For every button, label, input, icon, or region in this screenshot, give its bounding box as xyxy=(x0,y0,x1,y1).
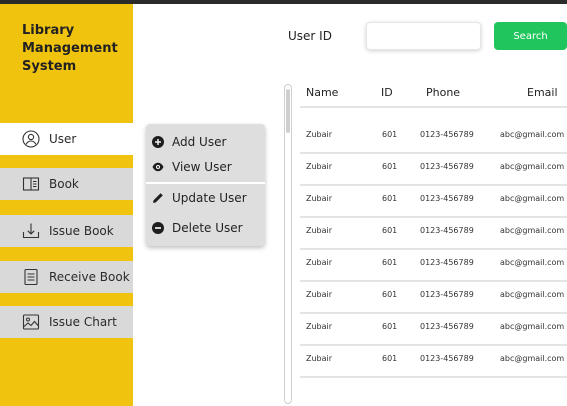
book-icon xyxy=(22,175,40,193)
sidebar-item-user[interactable]: User xyxy=(0,123,133,155)
clipboard-icon xyxy=(22,268,40,286)
cell-phone: 0123-456789 xyxy=(420,290,474,299)
sidebar: Library Management System xyxy=(0,4,133,406)
user-id-input[interactable] xyxy=(366,22,481,50)
cell-phone: 0123-456789 xyxy=(420,226,474,235)
cell-id: 601 xyxy=(382,258,398,267)
cell-id: 601 xyxy=(382,322,398,331)
cell-id: 601 xyxy=(382,130,398,139)
cell-id: 601 xyxy=(382,354,398,363)
sidebar-item-label: Issue Book xyxy=(49,224,114,238)
plus-circle-icon xyxy=(152,136,164,148)
table-row[interactable]: Zubair 601 0123-456789 abc@gmail.com xyxy=(300,122,567,154)
table-row[interactable]: Zubair 601 0123-456789 abc@gmail.com xyxy=(300,314,567,346)
download-icon xyxy=(22,222,40,240)
delete-user-menu-item[interactable]: Delete User xyxy=(152,218,243,238)
cell-name: Zubair xyxy=(306,226,333,235)
cell-email: abc@gmail.com xyxy=(500,130,565,139)
cell-name: Zubair xyxy=(306,290,333,299)
cell-name: Zubair xyxy=(306,194,333,203)
cell-email: abc@gmail.com xyxy=(500,194,565,203)
update-user-menu-item[interactable]: Update User xyxy=(152,188,247,208)
cell-name: Zubair xyxy=(306,130,333,139)
cell-phone: 0123-456789 xyxy=(420,162,474,171)
cell-phone: 0123-456789 xyxy=(420,194,474,203)
sidebar-item-issue-book[interactable]: Issue Book xyxy=(0,215,133,247)
user-id-label: User ID xyxy=(288,29,332,43)
cell-name: Zubair xyxy=(306,162,333,171)
sidebar-item-receive-book[interactable]: Receive Book xyxy=(0,261,133,293)
table-row[interactable]: Zubair 601 0123-456789 abc@gmail.com xyxy=(300,154,567,186)
cell-phone: 0123-456789 xyxy=(420,322,474,331)
menu-divider xyxy=(146,182,265,184)
sidebar-item-label: Book xyxy=(49,177,79,191)
cell-phone: 0123-456789 xyxy=(420,130,474,139)
cell-id: 601 xyxy=(382,290,398,299)
user-icon xyxy=(22,130,40,148)
cell-email: abc@gmail.com xyxy=(500,162,565,171)
cell-id: 601 xyxy=(382,226,398,235)
table-header-divider xyxy=(300,72,567,108)
table-row[interactable]: Zubair 601 0123-456789 abc@gmail.com xyxy=(300,346,567,378)
app-title-line: Library xyxy=(22,23,75,38)
app-title-line: Management xyxy=(22,41,118,56)
table-scrollbar[interactable] xyxy=(284,84,292,404)
eye-icon xyxy=(152,161,164,173)
menu-item-label: View User xyxy=(172,160,232,174)
app-title: Library Management System xyxy=(22,22,118,76)
cell-email: abc@gmail.com xyxy=(500,290,565,299)
sidebar-item-issue-chart[interactable]: Issue Chart xyxy=(0,306,133,338)
minus-circle-icon xyxy=(152,222,164,234)
table-row[interactable]: Zubair 601 0123-456789 abc@gmail.com xyxy=(300,186,567,218)
cell-id: 601 xyxy=(382,162,398,171)
app-title-line: System xyxy=(22,59,77,74)
cell-name: Zubair xyxy=(306,258,333,267)
cell-email: abc@gmail.com xyxy=(500,322,565,331)
add-user-menu-item[interactable]: Add User xyxy=(152,132,226,152)
menu-item-label: Update User xyxy=(172,191,247,205)
menu-item-label: Add User xyxy=(172,135,227,149)
cell-name: Zubair xyxy=(306,354,333,363)
table-row[interactable]: Zubair 601 0123-456789 abc@gmail.com xyxy=(300,282,567,314)
user-menu: Add User View User Update User Delete Us… xyxy=(146,124,265,246)
image-icon xyxy=(22,313,40,331)
table-row[interactable]: Zubair 601 0123-456789 abc@gmail.com xyxy=(300,218,567,250)
table-row[interactable]: Zubair 601 0123-456789 abc@gmail.com xyxy=(300,250,567,282)
sidebar-item-label: Receive Book xyxy=(49,270,130,284)
cell-email: abc@gmail.com xyxy=(500,258,565,267)
sidebar-item-label: User xyxy=(49,132,77,146)
cell-name: Zubair xyxy=(306,322,333,331)
sidebar-item-book[interactable]: Book xyxy=(0,168,133,200)
cell-email: abc@gmail.com xyxy=(500,354,565,363)
cell-email: abc@gmail.com xyxy=(500,226,565,235)
cell-phone: 0123-456789 xyxy=(420,258,474,267)
cell-id: 601 xyxy=(382,194,398,203)
menu-item-label: Delete User xyxy=(172,221,243,235)
scroll-thumb[interactable] xyxy=(286,89,290,133)
view-user-menu-item[interactable]: View User xyxy=(152,157,232,177)
search-button[interactable]: Search xyxy=(494,22,567,50)
sidebar-item-label: Issue Chart xyxy=(49,315,117,329)
cell-phone: 0123-456789 xyxy=(420,354,474,363)
pencil-icon xyxy=(152,192,164,204)
